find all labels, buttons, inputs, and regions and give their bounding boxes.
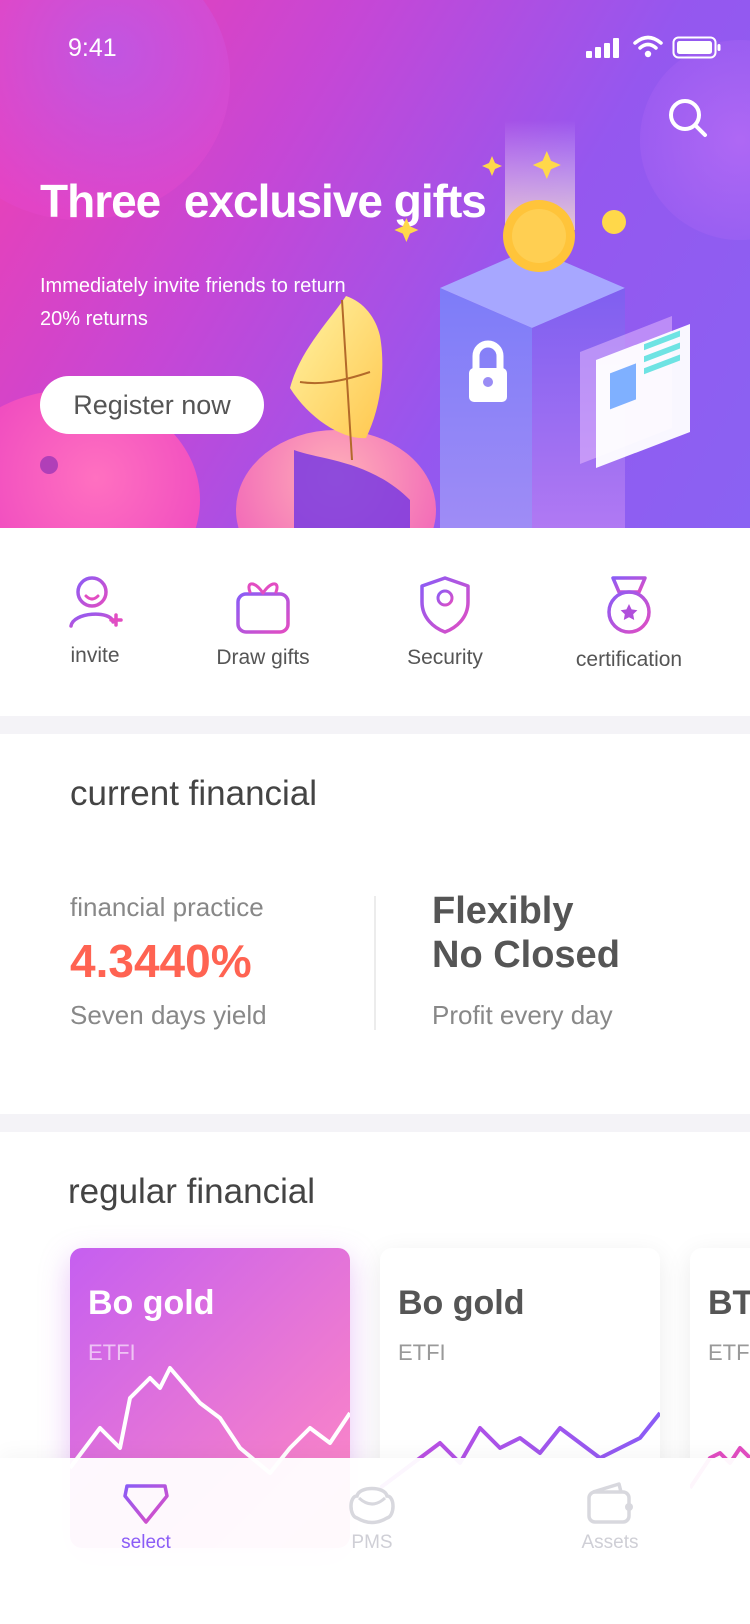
flexibly-text: Flexibly [432, 890, 574, 932]
tab-label: select [121, 1532, 171, 1553]
diamond-icon [123, 1484, 169, 1524]
profit-label: Profit every day [432, 1000, 613, 1030]
card-title: Bo gold [88, 1284, 215, 1322]
card-title: BT [708, 1284, 750, 1322]
quick-action-invite[interactable]: invite [10, 574, 180, 668]
tab-bar: select PMS Assets [0, 1458, 750, 1624]
tab-label: Assets [581, 1532, 639, 1553]
invite-user-icon [69, 576, 123, 628]
tab-pms[interactable]: PMS [292, 1480, 452, 1554]
tab-select[interactable]: select [66, 1480, 226, 1554]
wifi-icon [633, 35, 663, 58]
status-time: 9:41 [68, 34, 117, 62]
no-closed-text: No Closed [432, 934, 620, 976]
quick-action-draw-gifts[interactable]: Draw gifts [178, 574, 348, 670]
quick-action-label: Security [407, 646, 483, 669]
tab-assets[interactable]: Assets [530, 1480, 690, 1554]
current-financial-section[interactable]: current financial financial practice 4.3… [0, 734, 750, 1114]
battery-icon [672, 36, 721, 59]
register-button[interactable]: Register now [40, 376, 264, 434]
wallet-icon [587, 1482, 633, 1524]
medal-icon [607, 576, 651, 634]
hero-banner: 9:41 Three exclusive gifts Immediately i… [0, 0, 750, 528]
quick-action-certification[interactable]: certification [544, 574, 714, 672]
quick-action-security[interactable]: Security [360, 574, 530, 670]
vertical-divider [374, 896, 376, 1030]
practice-label: financial practice [70, 892, 264, 922]
shield-icon [420, 576, 470, 634]
ingot-icon [349, 1486, 395, 1525]
quick-action-label: certification [575, 648, 683, 671]
yield-label: Seven days yield [70, 1000, 267, 1030]
card-title: Bo gold [398, 1284, 525, 1322]
yield-value: 4.3440% [70, 935, 252, 987]
section-title: current financial [70, 774, 318, 813]
quick-action-label: invite [70, 644, 120, 667]
quick-action-label: Draw gifts [216, 646, 310, 669]
gift-icon [236, 582, 290, 634]
signal-icon [586, 38, 619, 58]
quick-actions: invite Draw gifts Security certification [0, 528, 750, 716]
section-title: regular financial [68, 1172, 316, 1211]
tab-label: PMS [351, 1532, 393, 1553]
hero-illustration [290, 120, 690, 528]
